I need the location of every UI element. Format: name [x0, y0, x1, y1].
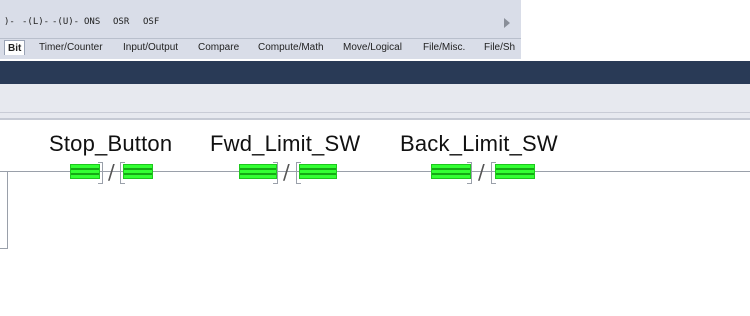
contact-slash: /	[108, 160, 115, 184]
instr-osr-button[interactable]: OSR	[113, 17, 129, 27]
energized-indicator	[70, 164, 100, 179]
toolbar-scroll-right-icon[interactable]	[504, 18, 510, 28]
tab-compare[interactable]: Compare	[195, 40, 242, 55]
tab-file-misc[interactable]: File/Misc.	[420, 40, 468, 55]
instr-ons-button[interactable]: ONS	[84, 17, 100, 27]
tab-move-logical[interactable]: Move/Logical	[340, 40, 405, 55]
energized-indicator	[299, 164, 337, 179]
left-power-rail	[7, 171, 8, 249]
contact-tag-back-limit-sw[interactable]: Back_Limit_SW	[400, 131, 558, 157]
tab-timer-counter[interactable]: Timer/Counter	[36, 40, 106, 55]
tab-compute-math[interactable]: Compute/Math	[255, 40, 327, 55]
energized-indicator	[431, 164, 471, 179]
divider	[0, 112, 750, 113]
editor-header-strip	[0, 84, 750, 120]
instr-osf-button[interactable]: OSF	[143, 17, 159, 27]
tab-input-output[interactable]: Input/Output	[120, 40, 181, 55]
tab-bit[interactable]: Bit	[4, 40, 26, 55]
xio-contact-stop-button[interactable]: /	[68, 160, 156, 184]
instruction-toolbar: )- -(L)- -(U)- ONS OSR OSF Bit Timer/Cou…	[0, 0, 521, 59]
contact-tag-stop-button[interactable]: Stop_Button	[49, 131, 172, 157]
tab-file-shift[interactable]: File/Sh	[481, 40, 518, 55]
energized-indicator	[495, 164, 535, 179]
xio-contact-back-limit-sw[interactable]: /	[429, 160, 537, 184]
contact-bracket-left	[273, 162, 278, 184]
instr-ote-button[interactable]: )-	[4, 17, 15, 27]
instr-otu-button[interactable]: -(U)-	[52, 17, 79, 27]
contact-bracket-left	[467, 162, 472, 184]
instruction-tabs: Bit Timer/Counter Input/Output Compare C…	[0, 38, 521, 56]
xio-contact-fwd-limit-sw[interactable]: /	[237, 160, 339, 184]
contact-slash: /	[283, 160, 290, 184]
energized-indicator	[123, 164, 153, 179]
instr-otl-button[interactable]: -(L)-	[22, 17, 49, 27]
editor-title-band	[0, 61, 750, 84]
contact-bracket-left	[98, 162, 103, 184]
energized-indicator	[239, 164, 277, 179]
contact-tag-fwd-limit-sw[interactable]: Fwd_Limit_SW	[210, 131, 360, 157]
left-power-rail-end	[0, 248, 8, 249]
contact-slash: /	[478, 160, 485, 184]
